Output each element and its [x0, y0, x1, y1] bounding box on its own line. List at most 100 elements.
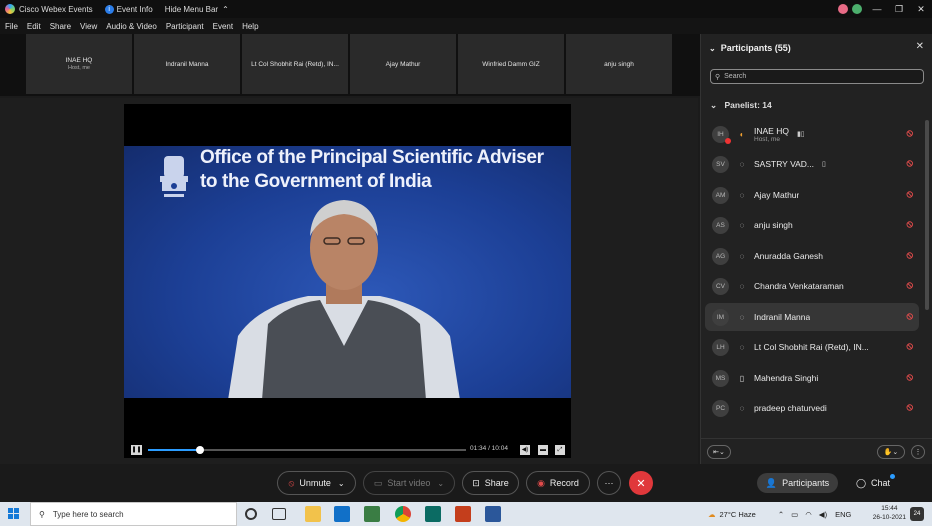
muted-mic-icon[interactable]: ⦸	[906, 372, 913, 383]
chevron-up-icon[interactable]: ⌃	[778, 510, 784, 519]
muted-mic-icon[interactable]: ⦸	[906, 402, 913, 413]
network-icon[interactable]: ▭	[791, 510, 798, 519]
chevron-up-icon: ⌃	[222, 4, 229, 14]
leave-meeting-button[interactable]: ✕	[629, 471, 653, 495]
chevron-down-icon[interactable]: ⌄	[437, 479, 444, 488]
event-info-button[interactable]: i Event Info	[104, 4, 153, 14]
participant-row[interactable]: SV ◌ SASTRY VAD... ▯ ⦸	[705, 150, 919, 178]
menu-edit[interactable]: Edit	[27, 22, 41, 31]
menu-event[interactable]: Event	[213, 22, 233, 31]
shared-video-player[interactable]: Office of the Principal Scientific Advis…	[124, 104, 571, 458]
participant-list-scrollbar[interactable]	[925, 120, 929, 438]
playback-time: 01:34 / 10:04	[470, 445, 508, 452]
unmute-button[interactable]: ⦸ Unmute ⌄	[277, 471, 356, 495]
participant-row[interactable]: AG ◌ Anuradda Ganesh ⦸	[705, 242, 919, 270]
participant-row[interactable]: LH ◌ Lt Col Shobhit Rai (Retd), IN... ⦸	[705, 333, 919, 361]
weather-text[interactable]: 27°C Haze	[720, 510, 756, 519]
taskbar-clock[interactable]: 15:44 26-10-2021	[873, 504, 906, 522]
app-title: Cisco Webex Events	[19, 4, 93, 14]
muted-mic-icon[interactable]: ⦸	[906, 158, 913, 169]
windows-start-icon[interactable]	[8, 508, 20, 520]
thumbnail-tile[interactable]: Lt Col Shobhit Rai (Retd), IN...	[242, 34, 348, 94]
minimize-button[interactable]: —	[866, 4, 888, 14]
share-button[interactable]: ⊡ Share	[462, 471, 519, 495]
muted-mic-icon[interactable]: ⦸	[906, 280, 913, 291]
phone-icon: ▯	[822, 161, 826, 168]
participants-header[interactable]: ⌄ Participants (55)	[701, 40, 932, 56]
chrome-icon[interactable]	[395, 506, 411, 522]
task-view-icon[interactable]	[272, 508, 286, 520]
volume-icon[interactable]: ◀)	[520, 445, 530, 455]
chevron-down-icon[interactable]: ⌄	[338, 479, 345, 488]
muted-mic-icon[interactable]: ⦸	[906, 341, 913, 352]
windows-taskbar: ⚲ Type here to search ☁ 27°C Haze ⌃ ▭ ◠ …	[0, 502, 932, 526]
participant-row[interactable]: MS ▯ Mahendra Singhi ⦸	[705, 364, 919, 392]
pause-button[interactable]: ❚❚	[131, 445, 142, 455]
participant-row[interactable]: IH ◐ INAE HQ Host, me ▮▯ ⦸	[705, 120, 919, 148]
seek-bar[interactable]	[148, 446, 466, 454]
media-player-icon[interactable]	[364, 506, 380, 522]
outlook-icon[interactable]	[334, 506, 350, 522]
thumbnail-tile[interactable]: Winfried Damm GIZ	[458, 34, 564, 94]
participant-row[interactable]: IM ◌ Indranil Manna ⦸	[705, 303, 919, 331]
menu-file[interactable]: File	[5, 22, 18, 31]
volume-icon[interactable]: ◀)	[819, 510, 827, 519]
language-indicator[interactable]: ENG	[835, 510, 851, 519]
more-button[interactable]: ···	[597, 471, 621, 495]
menu-share[interactable]: Share	[50, 22, 71, 31]
webex-taskbar-icon[interactable]	[425, 506, 441, 522]
participants-toggle-button[interactable]: 👤 Participants	[757, 473, 838, 493]
minimize-video-icon[interactable]: ▬	[538, 445, 548, 455]
word-icon[interactable]	[485, 506, 501, 522]
reactions-dropdown-button[interactable]: ✋⌄	[877, 445, 905, 459]
scrollbar-thumb[interactable]	[925, 120, 929, 310]
participant-row[interactable]: CV ◌ Chandra Venkataraman ⦸	[705, 272, 919, 300]
maximize-button[interactable]: ❐	[888, 4, 910, 15]
wifi-icon[interactable]: ◠	[805, 510, 812, 519]
menu-help[interactable]: Help	[242, 22, 258, 31]
seek-handle[interactable]	[196, 446, 205, 454]
muted-mic-icon[interactable]: ⦸	[906, 128, 913, 139]
participant-row[interactable]: AS ◌ anju singh ⦸	[705, 211, 919, 239]
participant-name: Lt Col Shobhit Rai (Retd), IN...	[754, 342, 869, 352]
search-input[interactable]: ⚲ Search	[710, 69, 924, 84]
thumbnail-tile[interactable]: Indranil Manna	[134, 34, 240, 94]
muted-mic-icon[interactable]: ⦸	[906, 189, 913, 200]
thumbnail-tile[interactable]: anju singh	[566, 34, 672, 94]
start-video-button[interactable]: ▭ Start video ⌄	[363, 471, 455, 495]
muted-mic-icon[interactable]: ⦸	[906, 250, 913, 261]
notification-center-icon[interactable]: 24	[910, 507, 924, 521]
avatar: LH	[712, 338, 729, 356]
chat-unread-indicator	[890, 474, 895, 479]
participants-toggle-label: Participants	[782, 478, 830, 488]
recording-status-icon	[838, 4, 848, 14]
participant-row[interactable]: AM ◌ Ajay Mathur ⦸	[705, 181, 919, 209]
fullscreen-icon[interactable]: ⤢	[555, 445, 565, 455]
participant-list: IH ◐ INAE HQ Host, me ▮▯ ⦸ SV ◌ SASTRY VA…	[701, 120, 923, 438]
thumbnail-tile[interactable]: INAE HQ Host, me	[26, 34, 132, 94]
share-dropdown-button[interactable]: ⇤⌄	[707, 445, 731, 459]
thumbnail-tile[interactable]: Ajay Mathur	[350, 34, 456, 94]
menu-audio-video[interactable]: Audio & Video	[106, 22, 157, 31]
participant-row[interactable]: PC ◌ pradeep chaturvedi ⦸	[705, 394, 919, 422]
clock-date: 26-10-2021	[872, 514, 906, 521]
menu-view[interactable]: View	[80, 22, 97, 31]
file-explorer-icon[interactable]	[305, 506, 321, 522]
more-options-icon[interactable]: ⋮	[911, 445, 925, 459]
user-avatar-icon[interactable]	[852, 4, 862, 14]
menu-participant[interactable]: Participant	[166, 22, 204, 31]
panelist-group-header[interactable]: ⌄ Panelist: 14	[710, 100, 772, 111]
muted-mic-icon[interactable]: ⦸	[906, 219, 913, 230]
muted-mic-icon[interactable]: ⦸	[906, 311, 913, 322]
powerpoint-icon[interactable]	[455, 506, 471, 522]
taskbar-search-input[interactable]: ⚲ Type here to search	[30, 502, 237, 526]
hide-menu-bar-button[interactable]: Hide Menu Bar ⌃	[165, 5, 229, 14]
record-button[interactable]: ◉ Record	[526, 471, 590, 495]
close-window-button[interactable]: ✕	[910, 4, 932, 15]
participant-name: Anuradda Ganesh	[754, 251, 823, 261]
participant-role: Host, me	[754, 135, 781, 143]
cortana-icon[interactable]	[245, 508, 257, 520]
audio-status-icon: ◌	[739, 190, 745, 200]
audio-status-icon: ◌	[739, 403, 745, 413]
close-panel-button[interactable]: ✕	[916, 41, 924, 52]
